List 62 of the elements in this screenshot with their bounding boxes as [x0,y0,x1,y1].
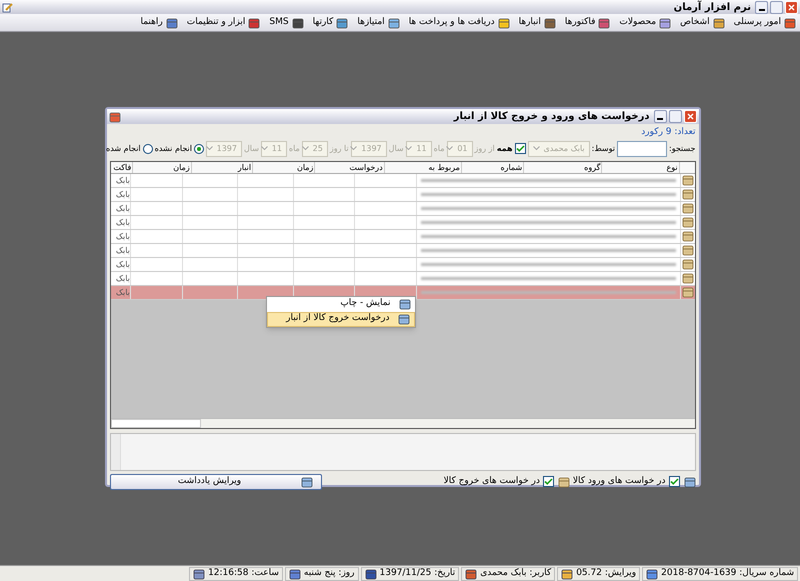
table-row[interactable]: بابک [110,230,694,244]
field-label: در خواست های خروج کالا [444,474,540,488]
field-label: سال [244,142,259,154]
field-label: از روز [474,142,495,154]
table-cell-text: بابک [114,202,130,214]
table-cell-text: بابک [114,230,130,242]
column-header[interactable]: زمان [252,162,314,172]
field-label: ماه [288,142,300,154]
status-item: شماره سریال: 1639-8704-2018 [642,566,798,580]
menu-item[interactable]: امور پرسنلی [734,16,796,30]
table-cell-text: بابک [114,272,130,284]
field-label: انجام نشده [154,142,192,154]
context-menu-item[interactable]: نمایش - چاپ [266,296,414,312]
table-row[interactable]: بابک [110,174,694,188]
table-cell-text: بابک [114,286,130,298]
dialog-title: درخواست های ورود و خروج کالا از انبار [452,110,650,124]
status-item: کاربر: بابک محمدی [461,566,556,580]
column-header[interactable]: فاکت [110,162,132,172]
context-menu-item[interactable]: درخواست خروج کالا از انبار [266,312,414,326]
field-label: انجام شده [106,142,141,154]
column-header[interactable]: نوع [601,162,679,172]
column-header[interactable]: مربوط به [384,162,461,172]
status-item: ویرایش: 05.72 [557,566,640,580]
field-label: جستجو: [669,142,696,154]
window-title: نرم افزار آرمان [672,0,751,14]
table-cell-text: بابک [114,216,130,228]
edit-note-button[interactable]: ویرایش یادداشت [110,474,322,490]
table-cell-text: بابک [114,258,130,270]
column-header[interactable]: زمان [132,162,191,172]
status-item: تاریخ: 1397/11/25 [360,566,460,580]
field-label: در خواست های ورود کالا [572,474,666,488]
table-row[interactable]: بابک [110,202,694,216]
column-header[interactable]: گروه [523,162,602,172]
table-cell-text: بابک [114,174,130,186]
table-row[interactable]: بابک [110,258,694,272]
field-label: سال [388,142,404,154]
table-row[interactable]: بابک [110,216,694,230]
field-label: تا روز [330,142,349,154]
column-header[interactable]: انبار [190,162,252,172]
status-item: روز: پنج شنبه [284,566,358,580]
menu-item[interactable]: راهنما [140,16,178,30]
field-label: ماه [434,142,445,154]
field-label: همه [496,142,512,154]
column-header[interactable]: شماره [460,162,524,172]
menu-item[interactable]: فاکتورها [564,16,610,30]
table-cell-text: بابک [114,244,130,256]
field-label: توسط: [592,142,615,154]
table-row[interactable]: بابک [110,272,694,286]
record-count: تعداد: 9 رکورد [641,126,696,139]
menu-item[interactable]: اشخاص [680,16,725,30]
table-row[interactable]: بابک [110,244,694,258]
menu-item[interactable]: انبارها [518,16,556,30]
status-item: ساعت: 12:16:58 [189,566,283,580]
table-cell-text: بابک [114,188,130,200]
menu-item[interactable]: امتیازها [357,16,400,30]
menu-item[interactable]: محصولات [619,16,672,30]
menu-item[interactable]: ابزار و تنظیمات [186,16,260,30]
menu-item[interactable]: دریافت ها و پرداخت ها [408,16,510,30]
column-header[interactable]: درخواست [314,162,384,172]
menu-item[interactable]: کارتها [312,16,348,30]
table-row[interactable]: بابک [110,188,694,202]
menu-item[interactable]: SMS [269,16,304,30]
